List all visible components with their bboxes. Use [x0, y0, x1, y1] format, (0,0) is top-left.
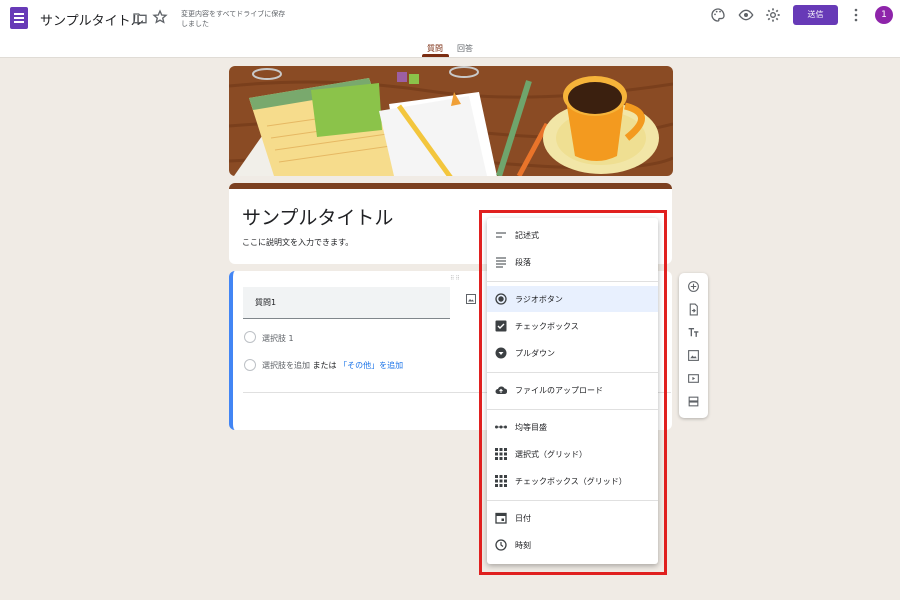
floating-toolbar [679, 273, 708, 418]
tab-questions[interactable]: 質問 [427, 43, 443, 54]
top-bar: サンプルタイトル 変更内容をすべてドライブに保存しました 送信 1 質問 回答 [0, 0, 900, 58]
add-video-icon[interactable] [687, 372, 700, 385]
form-description[interactable]: ここに説明文を入力できます。 [242, 237, 353, 248]
document-title[interactable]: サンプルタイトル [40, 10, 144, 29]
star-icon[interactable] [152, 9, 168, 25]
or-text: または [312, 361, 337, 370]
add-title-icon[interactable] [687, 326, 700, 339]
form-title[interactable]: サンプルタイトル [242, 203, 393, 230]
header-image [229, 66, 673, 176]
preview-icon[interactable] [738, 7, 754, 23]
folder-icon[interactable] [132, 10, 148, 26]
add-other-link[interactable]: 「その他」を追加 [339, 361, 403, 370]
google-forms-logo-icon[interactable] [10, 7, 28, 29]
highlight-frame [479, 210, 667, 575]
drag-handle-icon[interactable]: ⠿⠿ [450, 275, 461, 282]
question-title: 質問1 [255, 298, 277, 307]
settings-icon[interactable] [765, 7, 781, 23]
add-section-icon[interactable] [687, 395, 700, 408]
add-option-radio [244, 359, 256, 371]
add-option-link[interactable]: 選択肢を追加 [262, 361, 310, 370]
tab-responses[interactable]: 回答 [457, 43, 473, 54]
active-tab-indicator [422, 54, 449, 57]
add-question-icon[interactable] [687, 280, 700, 293]
palette-icon[interactable] [710, 7, 726, 23]
option-radio [244, 331, 256, 343]
add-image-icon[interactable] [465, 293, 477, 305]
more-vert-icon[interactable] [853, 8, 859, 22]
account-avatar[interactable]: 1 [875, 6, 893, 24]
import-questions-icon[interactable] [687, 303, 700, 316]
question-title-input[interactable]: 質問1 [243, 287, 450, 319]
save-status-text: 変更内容をすべてドライブに保存しました [181, 10, 286, 28]
add-image-icon[interactable] [687, 349, 700, 362]
option-label[interactable]: 選択肢 1 [262, 333, 294, 344]
add-option-row: 選択肢を追加 または 「その他」を追加 [262, 360, 403, 371]
send-button[interactable]: 送信 [793, 5, 838, 25]
